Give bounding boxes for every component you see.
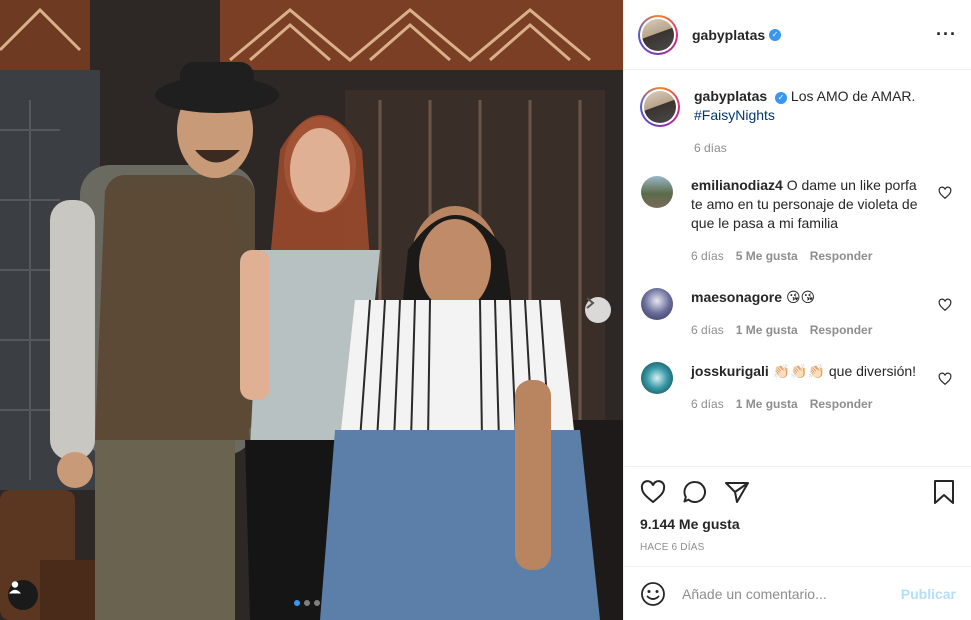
save-button[interactable] [932,479,956,505]
post-side-panel: gabyplatas ✓ ··· gabyplatas ✓ Los AMO de… [623,0,971,620]
chevron-right-icon [586,297,595,309]
comments-list: gabyplatas ✓ Los AMO de AMAR. #FaisyNigh… [624,71,971,466]
comment-item: josskurigali 👏🏻👏🏻👏🏻 que diversión! 6 día… [640,362,956,414]
verified-badge-icon: ✓ [775,91,788,104]
like-comment-heart-icon[interactable] [938,372,952,386]
comment-item: emilianodiaz4 O dame un like porfa te am… [640,176,956,266]
comment-time: 6 días [691,397,724,411]
carousel-dot [294,600,300,606]
carousel-dot [304,600,310,606]
comment-time: 6 días [691,323,724,337]
commenter-avatar[interactable] [641,176,673,208]
heart-icon [640,480,666,504]
carousel-indicator [294,600,320,606]
reply-button[interactable]: Responder [810,247,873,266]
caption-username[interactable]: gabyplatas [694,88,767,104]
photo-illustration [0,0,623,620]
paper-plane-icon [725,482,749,503]
caption-time: 6 días [694,141,727,155]
bookmark-icon [934,480,954,504]
emoji-icon[interactable] [640,581,666,607]
author-username[interactable]: gabyplatas [692,27,765,43]
caption-text: Los AMO de AMAR. [790,88,916,104]
user-icon [9,581,21,594]
carousel-dot [314,600,320,606]
verified-badge-icon: ✓ [769,28,782,41]
reply-button[interactable]: Responder [810,395,873,414]
commenter-avatar[interactable] [641,288,673,320]
comment-composer: Publicar [624,566,971,620]
like-comment-heart-icon[interactable] [938,298,952,312]
share-button[interactable] [724,480,750,504]
comment-username[interactable]: josskurigali [691,363,769,379]
comment-item: maesonagore 😘😘 6 días 1 Me gusta Respond… [640,288,956,340]
comment-bubble-icon [683,481,706,503]
post-photo[interactable] [0,0,623,620]
comment-button[interactable] [682,480,708,504]
post-timestamp: HACE 6 DÍAS [640,542,705,553]
comment-input[interactable] [682,585,901,602]
publish-button[interactable]: Publicar [901,586,956,602]
author-avatar[interactable] [638,14,678,55]
caption: gabyplatas ✓ Los AMO de AMAR. #FaisyNigh… [640,87,956,158]
caption-author-avatar[interactable] [640,87,680,127]
comment-likes[interactable]: 5 Me gusta [736,247,798,266]
comment-username[interactable]: emilianodiaz4 [691,177,783,193]
carousel-next-button[interactable] [585,297,611,323]
commenter-avatar[interactable] [641,362,673,394]
comment-text: 😘😘 [785,289,816,305]
comment-username[interactable]: maesonagore [691,289,782,305]
comment-text: 👏🏻👏🏻👏🏻 que diversión! [772,363,917,379]
like-comment-heart-icon[interactable] [938,186,952,200]
post-actions: 9.144 Me gusta HACE 6 DÍAS [624,466,971,553]
tagged-users-button[interactable] [8,580,38,610]
comment-time: 6 días [691,249,724,263]
like-button[interactable] [640,480,666,504]
reply-button[interactable]: Responder [810,321,873,340]
post-header: gabyplatas ✓ ··· [624,0,971,70]
comment-likes[interactable]: 1 Me gusta [736,395,798,414]
comment-likes[interactable]: 1 Me gusta [736,321,798,340]
more-options-icon[interactable]: ··· [936,24,957,45]
likes-count[interactable]: 9.144 Me gusta [640,516,956,532]
caption-hashtag-link[interactable]: #FaisyNights [694,107,775,123]
